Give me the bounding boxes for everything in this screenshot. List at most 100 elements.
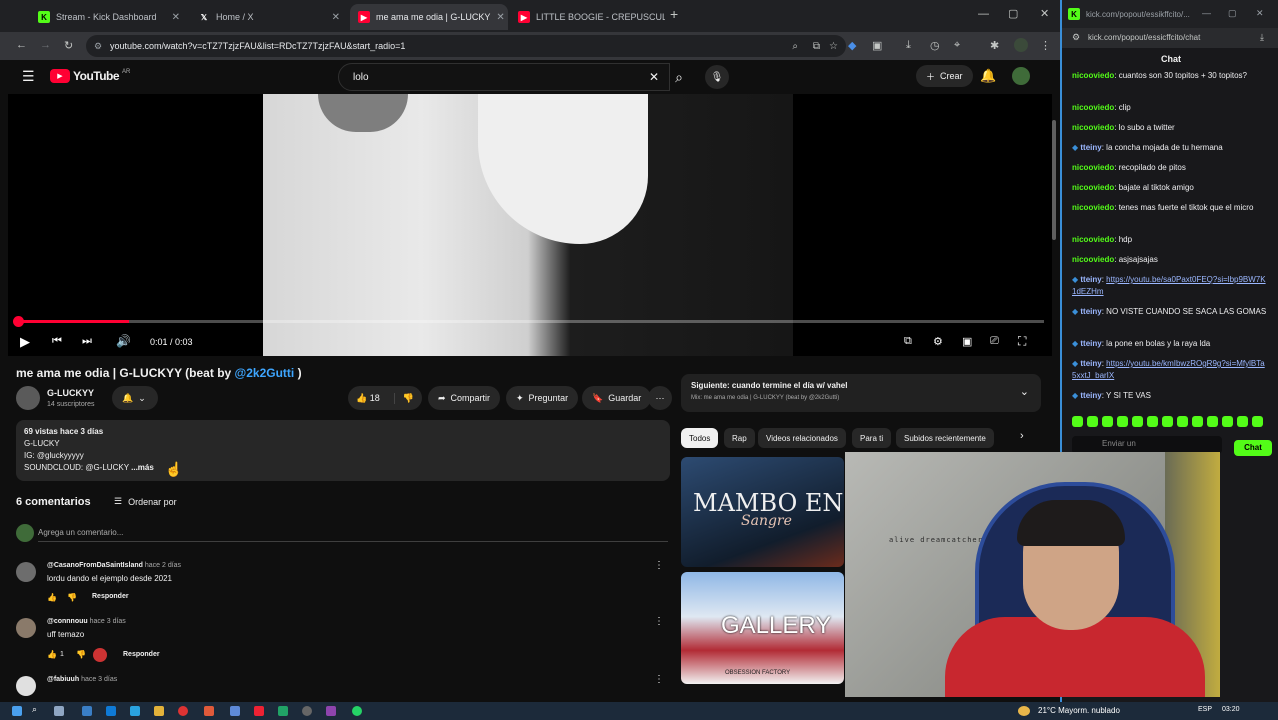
- next-icon[interactable]: ⏭: [82, 335, 92, 348]
- emote-icon[interactable]: [1072, 416, 1083, 427]
- search-input[interactable]: lolo ✕: [338, 63, 670, 91]
- download-icon[interactable]: ⤓: [906, 39, 911, 52]
- tab-x-home[interactable]: 𝕏 Home / X ✕: [190, 4, 348, 30]
- extension-icon[interactable]: ▣: [872, 39, 882, 52]
- chat-username[interactable]: nicooviedo: [1072, 255, 1114, 264]
- chat-username[interactable]: tteiny: [1080, 307, 1101, 316]
- commenter-avatar[interactable]: [16, 676, 36, 696]
- new-tab-button[interactable]: +: [670, 6, 678, 22]
- emote-icon[interactable]: [1222, 416, 1233, 427]
- save-button[interactable]: 🔖 Guardar: [582, 386, 652, 410]
- comment-author[interactable]: @connnouu: [47, 618, 88, 625]
- taskbar-app-icon[interactable]: [326, 706, 336, 716]
- comment-like-icon[interactable]: 👍: [47, 593, 57, 602]
- chevron-down-icon[interactable]: ⌄: [1020, 385, 1029, 398]
- address-bar[interactable]: ⚙ youtube.com/watch?v=cTZ7TzjzFAU&list=R…: [86, 35, 846, 57]
- like-button[interactable]: 👍 18: [348, 393, 380, 404]
- taskbar-app-icon[interactable]: [302, 706, 312, 716]
- chat-username[interactable]: nicooviedo: [1072, 203, 1114, 212]
- miniplayer-icon[interactable]: ▣: [962, 335, 972, 348]
- chat-username[interactable]: nicooviedo: [1072, 71, 1114, 80]
- chat-username[interactable]: tteiny: [1080, 143, 1101, 152]
- emote-icon[interactable]: [1102, 416, 1113, 427]
- comment-dislike-icon[interactable]: 👎: [76, 650, 86, 659]
- progress-scrubber[interactable]: [13, 316, 24, 327]
- search-icon[interactable]: ⌕: [32, 704, 42, 714]
- share-button[interactable]: ➦ Compartir: [428, 386, 501, 410]
- show-more-link[interactable]: ...más: [131, 463, 154, 472]
- chip-for-you[interactable]: Para ti: [852, 428, 892, 448]
- extension-icon[interactable]: ◆: [848, 39, 856, 52]
- emote-icon[interactable]: [1147, 416, 1158, 427]
- commenter-avatar[interactable]: [16, 562, 36, 582]
- chip-all[interactable]: Todos: [681, 428, 719, 448]
- comment-author[interactable]: @fabiuuh: [47, 676, 79, 683]
- taskbar-app-icon[interactable]: [178, 706, 188, 716]
- profile-avatar[interactable]: [1014, 38, 1028, 52]
- channel-name[interactable]: G-LUCKYY: [47, 388, 94, 398]
- tab-youtube-little-boogie[interactable]: ▶ LITTLE BOOGIE - CREPUSCULO ✕: [510, 4, 665, 30]
- close-icon[interactable]: ✕: [172, 12, 180, 23]
- task-view-icon[interactable]: [54, 706, 64, 716]
- close-window-button[interactable]: ✕: [1256, 8, 1264, 19]
- menu-kebab-icon[interactable]: ⋮: [1040, 39, 1051, 52]
- related-video-thumbnail[interactable]: GALLERY OBSESSION FACTORY: [681, 572, 844, 684]
- whatsapp-icon[interactable]: [352, 706, 362, 716]
- location-icon[interactable]: ⌖: [954, 39, 960, 52]
- chat-username[interactable]: tteiny: [1080, 275, 1101, 284]
- emote-icon[interactable]: [1177, 416, 1188, 427]
- commenter-avatar[interactable]: [16, 618, 36, 638]
- close-window-button[interactable]: ✕: [1040, 7, 1049, 20]
- forward-icon[interactable]: →: [40, 39, 51, 51]
- maximize-button[interactable]: ▢: [1008, 7, 1018, 20]
- cast-icon[interactable]: ⎚: [990, 335, 999, 348]
- reply-button[interactable]: Responder: [92, 593, 129, 600]
- close-icon[interactable]: ✕: [496, 12, 504, 23]
- send-chat-button[interactable]: Chat: [1234, 440, 1272, 456]
- site-info-icon[interactable]: ⚙: [94, 41, 102, 52]
- emote-icon[interactable]: [1237, 416, 1248, 427]
- comment-menu-icon[interactable]: ⋮: [654, 616, 664, 627]
- taskbar-app-icon[interactable]: [106, 706, 116, 716]
- chip-recent[interactable]: Subidos recientemente: [896, 428, 994, 448]
- progress-track[interactable]: [16, 320, 1044, 323]
- extensions-puzzle-icon[interactable]: ✱: [990, 39, 999, 52]
- account-avatar[interactable]: [1012, 67, 1030, 85]
- youtube-logo[interactable]: ▶ YouTube AR: [50, 69, 130, 83]
- comment-dislike-icon[interactable]: 👎: [67, 593, 77, 602]
- close-icon[interactable]: ✕: [332, 12, 340, 23]
- sort-comments-button[interactable]: ☰ Ordenar por: [114, 496, 177, 507]
- tab-youtube-video[interactable]: ▶ me ama me odia | G-LUCKY ✕: [350, 4, 508, 30]
- settings-gear-icon[interactable]: ⚙: [933, 335, 943, 348]
- previous-icon[interactable]: ⏮: [52, 335, 62, 348]
- reply-button[interactable]: Responder: [123, 651, 160, 658]
- emote-icon[interactable]: [1132, 416, 1143, 427]
- chat-username[interactable]: tteiny: [1080, 339, 1101, 348]
- voice-search-button[interactable]: 🎙: [705, 65, 729, 89]
- comment-author[interactable]: @CasanoFromDaSaintIsland: [47, 562, 143, 569]
- chat-username[interactable]: nicooviedo: [1072, 123, 1114, 132]
- windows-start-icon[interactable]: [12, 706, 22, 716]
- chrome-icon[interactable]: [154, 706, 164, 716]
- channel-avatar[interactable]: [16, 386, 40, 410]
- search-button[interactable]: ⌕: [666, 63, 692, 91]
- taskbar-app-icon[interactable]: [204, 706, 214, 716]
- emote-icon[interactable]: [1252, 416, 1263, 427]
- play-icon[interactable]: ▶: [20, 334, 30, 350]
- notifications-bell-icon[interactable]: 🔔: [980, 68, 996, 84]
- minimize-button[interactable]: —: [978, 8, 989, 20]
- chip-rap[interactable]: Rap: [724, 428, 755, 448]
- volume-icon[interactable]: 🔊: [116, 334, 131, 348]
- emote-icon[interactable]: [1087, 416, 1098, 427]
- chat-username[interactable]: nicooviedo: [1072, 103, 1114, 112]
- taskbar-app-icon[interactable]: [254, 706, 264, 716]
- chat-username[interactable]: nicooviedo: [1072, 183, 1114, 192]
- chat-username[interactable]: nicooviedo: [1072, 163, 1114, 172]
- reload-icon[interactable]: ↻: [64, 39, 73, 52]
- clear-search-icon[interactable]: ✕: [649, 70, 659, 84]
- tab-kick-dashboard[interactable]: K Stream - Kick Dashboard ✕: [30, 4, 188, 30]
- comment-menu-icon[interactable]: ⋮: [654, 560, 664, 571]
- title-mention-link[interactable]: @2k2Gutti: [235, 366, 295, 380]
- back-icon[interactable]: ←: [16, 39, 27, 51]
- taskbar-app-icon[interactable]: [278, 706, 288, 716]
